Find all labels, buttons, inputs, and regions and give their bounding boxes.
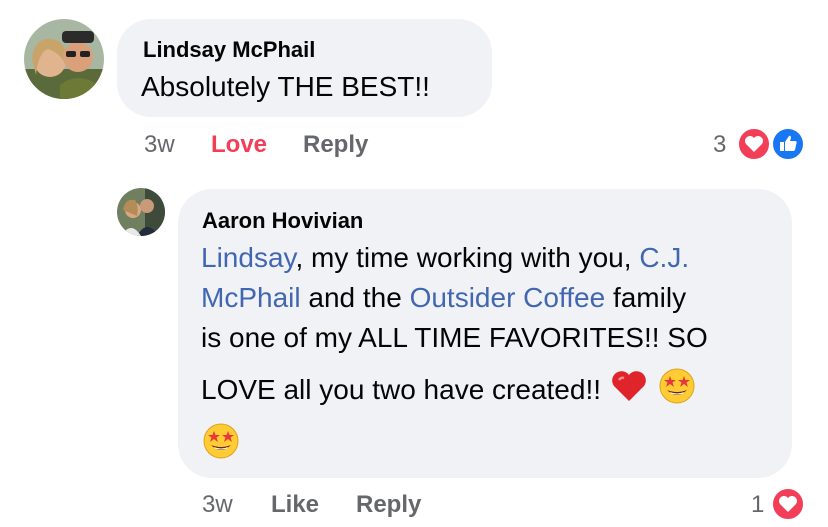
comment-meta-aaron: 3w	[202, 491, 233, 519]
comment-text-aaron-line3: is one of my ALL TIME FAVORITES!! SO	[201, 322, 708, 353]
like-icon	[771, 127, 805, 161]
star-struck-icon	[657, 366, 697, 417]
mention-outsider-coffee[interactable]: Outsider Coffee	[410, 282, 606, 313]
comment-author-lindsay[interactable]: Lindsay McPhail	[143, 37, 315, 63]
reaction-count[interactable]: 1	[751, 491, 764, 519]
heart-icon	[771, 487, 805, 521]
love-reaction-button[interactable]: Love	[211, 131, 267, 158]
comment-time[interactable]: 3w	[202, 491, 233, 518]
reaction-count[interactable]: 3	[713, 131, 726, 159]
reply-button[interactable]: Reply	[303, 131, 368, 158]
star-struck-icon	[201, 421, 241, 472]
comment-time[interactable]: 3w	[144, 131, 175, 158]
like-button[interactable]: Like	[271, 491, 319, 518]
avatar-aaron[interactable]	[117, 188, 165, 236]
comment-author-aaron[interactable]: Aaron Hovivian	[202, 208, 363, 234]
comment-text-aaron-line2: McPhail and the Outsider Coffee family	[201, 282, 687, 313]
heart-icon	[737, 127, 771, 161]
reply-button[interactable]: Reply	[356, 491, 421, 518]
comment-text-aaron-line5	[201, 421, 241, 472]
red-heart-icon	[609, 366, 649, 417]
comment-text-aaron-line1: Lindsay, my time working with you, C.J.	[201, 242, 690, 273]
comment-text-lindsay: Absolutely THE BEST!!	[141, 71, 430, 102]
mention-cj[interactable]: C.J.	[639, 242, 689, 273]
avatar-lindsay[interactable]	[24, 19, 104, 99]
comment-text-aaron-line4: LOVE all you two have created!!	[201, 366, 697, 417]
mention-mcphail[interactable]: McPhail	[201, 282, 301, 313]
comment-meta-lindsay: 3w	[144, 131, 175, 159]
mention-lindsay[interactable]: Lindsay	[201, 242, 295, 273]
